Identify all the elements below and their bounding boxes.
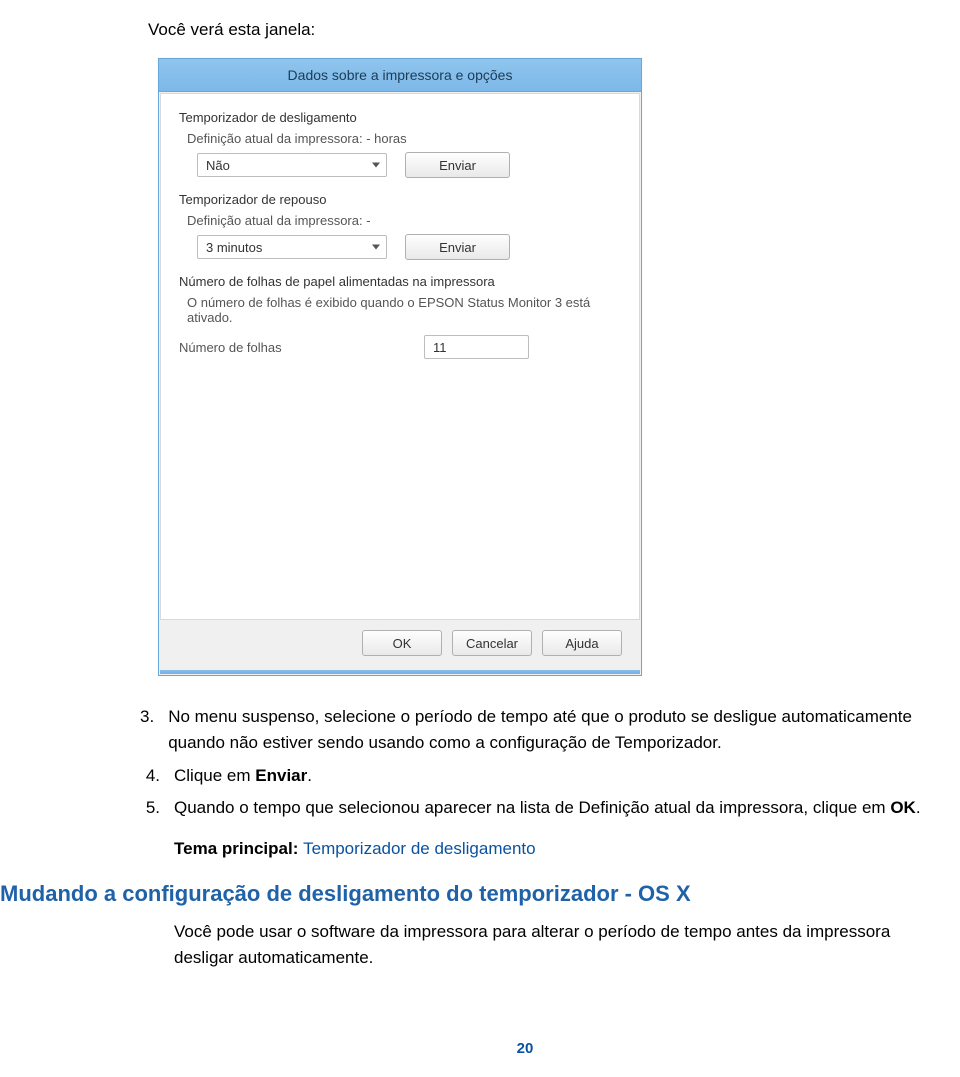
sleep-send-button[interactable]: Enviar <box>405 234 510 260</box>
sleep-timer-select[interactable]: 3 minutos <box>197 235 387 259</box>
page-number: 20 <box>120 1040 930 1057</box>
shutdown-timer-current: Definição atual da impressora: - horas <box>187 131 621 146</box>
step-3-text: No menu suspenso, selecione o período de… <box>168 704 930 757</box>
ok-button[interactable]: OK <box>362 630 442 656</box>
sleep-timer-current: Definição atual da impressora: - <box>187 213 621 228</box>
step-5-number: 5. <box>140 795 160 821</box>
step-4-text: Clique em Enviar. <box>174 763 312 789</box>
group-shutdown-timer-title: Temporizador de desligamento <box>179 110 621 125</box>
status-strip <box>160 670 640 674</box>
shutdown-timer-select[interactable]: Não <box>197 153 387 177</box>
tema-principal-line: Tema principal: Temporizador de desligam… <box>174 839 930 859</box>
instruction-list: 3. No menu suspenso, selecione o período… <box>140 704 930 821</box>
chevron-down-icon <box>372 163 380 168</box>
step-5-text: Quando o tempo que selecionou aparecer n… <box>174 795 921 821</box>
step-4-number: 4. <box>140 763 160 789</box>
tema-principal-label: Tema principal: <box>174 839 303 858</box>
group-sheet-count-title: Número de folhas de papel alimentadas na… <box>179 274 621 289</box>
help-button[interactable]: Ajuda <box>542 630 622 656</box>
sheet-count-field: 11 <box>424 335 529 359</box>
dialog-button-bar: OK Cancelar Ajuda <box>160 620 640 670</box>
chevron-down-icon <box>372 245 380 250</box>
tema-principal-link[interactable]: Temporizador de desligamento <box>303 839 535 858</box>
group-sleep-timer-title: Temporizador de repouso <box>179 192 621 207</box>
window-title: Dados sobre a impressora e opções <box>288 67 513 83</box>
dialog-window: Dados sobre a impressora e opções Tempor… <box>158 58 642 676</box>
cancel-button[interactable]: Cancelar <box>452 630 532 656</box>
shutdown-timer-select-value: Não <box>206 158 230 173</box>
sheet-count-value: 11 <box>433 340 447 355</box>
shutdown-send-button[interactable]: Enviar <box>405 152 510 178</box>
section-heading: Mudando a configuração de desligamento d… <box>0 881 930 907</box>
intro-text: Você verá esta janela: <box>148 20 930 40</box>
sheet-count-label: Número de folhas <box>179 340 424 355</box>
dialog-panel: Temporizador de desligamento Definição a… <box>160 93 640 620</box>
sleep-timer-select-value: 3 minutos <box>206 240 262 255</box>
body-paragraph: Você pode usar o software da impressora … <box>174 919 930 970</box>
step-3-number: 3. <box>140 704 154 757</box>
window-titlebar: Dados sobre a impressora e opções <box>159 59 641 92</box>
sheet-count-note: O número de folhas é exibido quando o EP… <box>187 295 621 325</box>
